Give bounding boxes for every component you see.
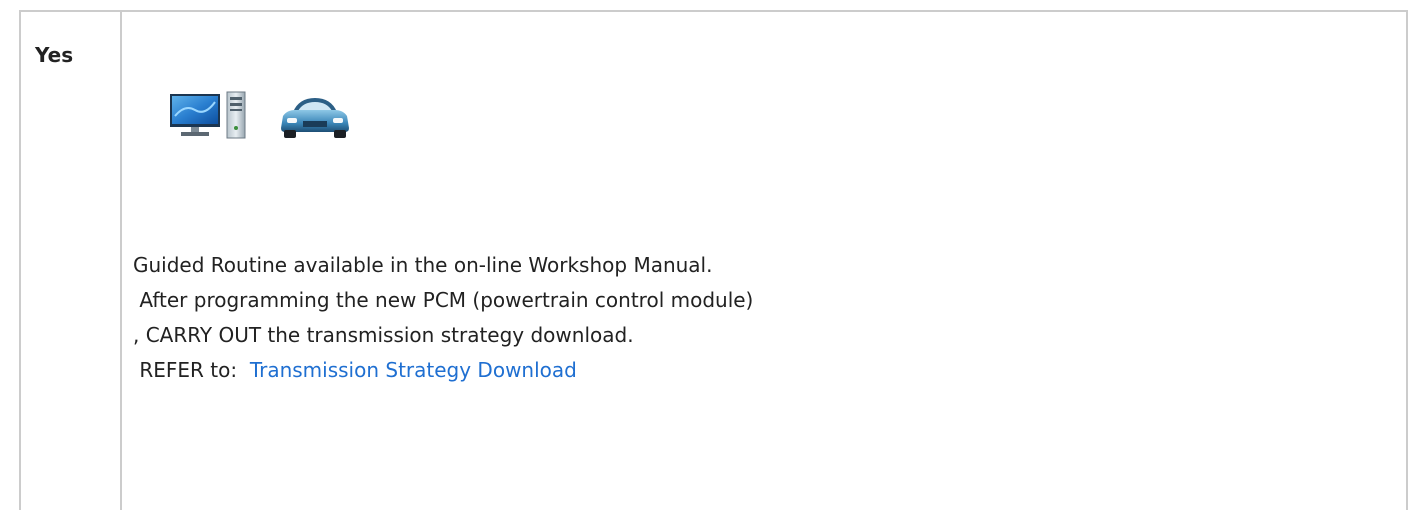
column-divider [120, 10, 122, 510]
carry-out-line: , CARRY OUT the transmission strategy do… [133, 323, 634, 347]
refer-line: REFER to: Transmission Strategy Download [133, 353, 753, 388]
guided-routine-line: Guided Routine available in the on-line … [133, 253, 713, 277]
programming-line: After programming the new PCM (powertrai… [133, 288, 754, 312]
computer-icon [170, 91, 246, 139]
refer-prefix: REFER to: [133, 358, 250, 382]
yes-label-cell: Yes [35, 43, 74, 67]
procedure-text: Guided Routine available in the on-line … [133, 248, 753, 388]
transmission-strategy-download-link[interactable]: Transmission Strategy Download [250, 358, 577, 382]
vehicle-icon [281, 98, 349, 138]
